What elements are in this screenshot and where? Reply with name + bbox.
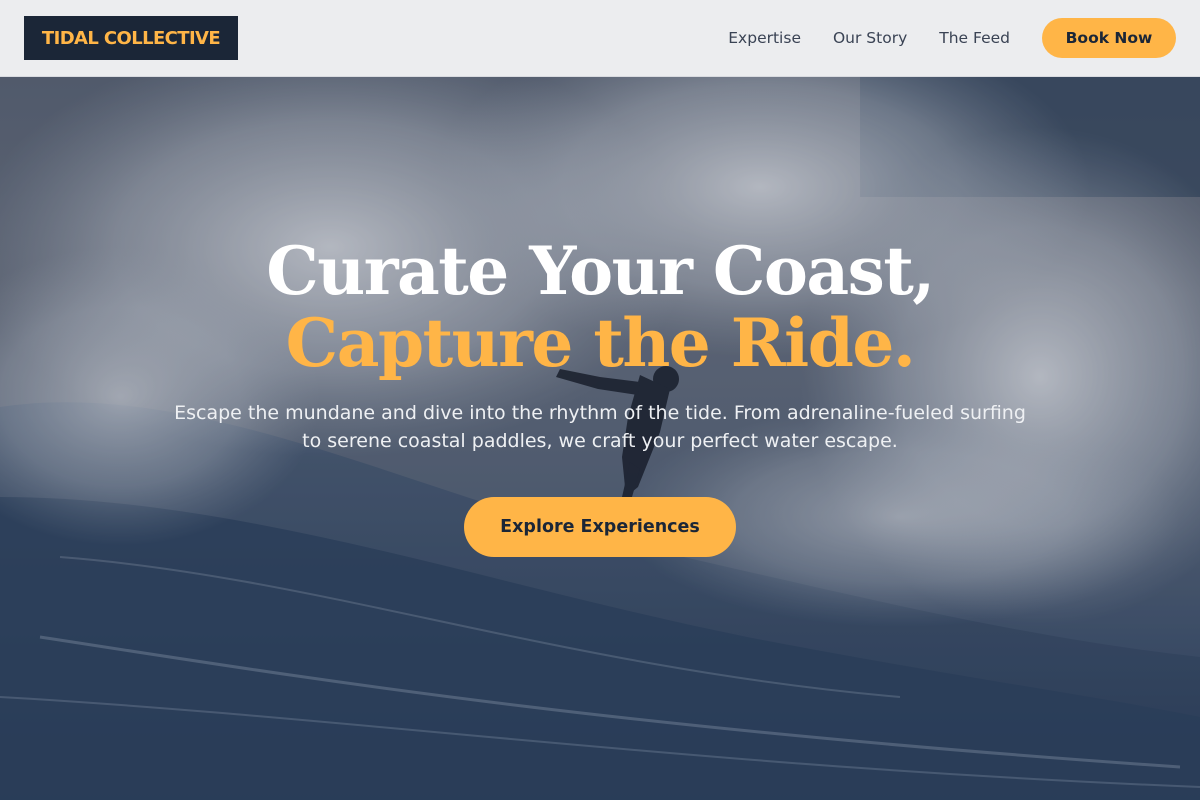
- hero-title-line2: Capture the Ride.: [285, 304, 916, 382]
- hero-subtitle: Escape the mundane and dive into the rhy…: [174, 402, 1026, 452]
- main-nav: Expertise Our Story The Feed Book Now: [728, 18, 1176, 58]
- brand-logo-text: TIDAL COLLECTIVE: [41, 27, 221, 49]
- brand-logo[interactable]: TIDAL COLLECTIVE: [24, 16, 238, 60]
- nav-link-our-story[interactable]: Our Story: [833, 29, 907, 47]
- explore-experiences-button[interactable]: Explore Experiences: [464, 497, 736, 557]
- hero-title-line1: Curate Your Coast,: [266, 232, 935, 310]
- hero-section: Curate Your Coast, Capture the Ride. Esc…: [0, 77, 1200, 800]
- book-now-button[interactable]: Book Now: [1042, 18, 1176, 58]
- nav-link-expertise[interactable]: Expertise: [728, 29, 801, 47]
- site-header: TIDAL COLLECTIVE Expertise Our Story The…: [0, 0, 1200, 77]
- hero-content: Curate Your Coast, Capture the Ride. Esc…: [0, 235, 1200, 557]
- nav-link-the-feed[interactable]: The Feed: [939, 29, 1010, 47]
- hero-title: Curate Your Coast, Capture the Ride.: [0, 235, 1200, 379]
